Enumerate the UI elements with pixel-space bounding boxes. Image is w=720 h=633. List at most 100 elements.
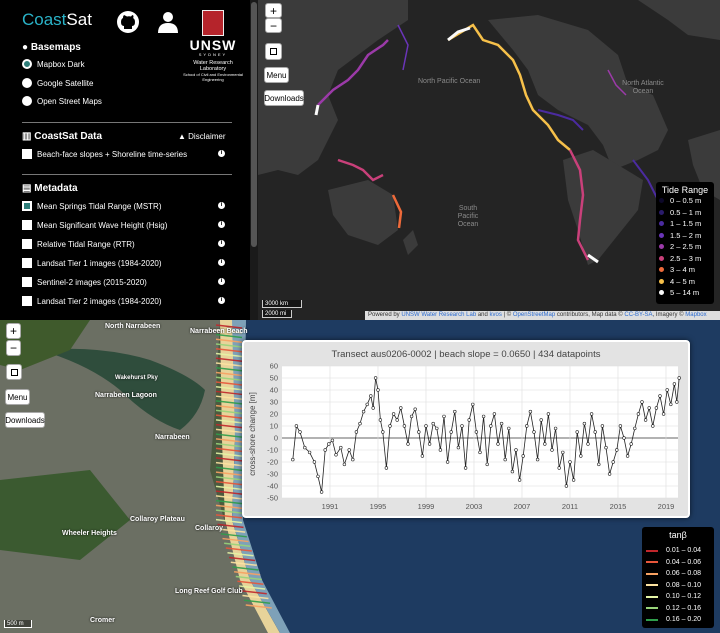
link-mapbox[interactable]: Mapbox	[685, 312, 706, 318]
y-tick-label: 30	[270, 398, 278, 407]
y-tick-label: -20	[267, 458, 278, 467]
place-label: Wheeler Heights	[62, 530, 117, 537]
data-point	[456, 445, 461, 450]
basemap-option-google-satellite[interactable]: Google Satellite	[22, 78, 93, 88]
ocean-label-south-pacific: South Pacific Ocean	[457, 205, 479, 228]
data-point	[622, 436, 626, 440]
info-icon[interactable]: i	[218, 240, 225, 247]
legend-item: 2 – 2.5 m	[656, 241, 714, 253]
data-point	[546, 412, 551, 416]
checkbox[interactable]	[22, 277, 32, 287]
place-label: Long Reef Golf Club	[175, 588, 243, 595]
link-ccbysa[interactable]: CC-BY-SA	[624, 312, 652, 318]
menu-button[interactable]: Menu	[264, 67, 289, 83]
info-icon[interactable]: i	[218, 297, 225, 304]
zoom-in-button[interactable]: +	[265, 3, 282, 18]
data-point	[420, 454, 425, 458]
fullscreen-button[interactable]	[265, 43, 282, 60]
unsw-crest-icon	[202, 10, 224, 36]
link-osm[interactable]: OpenStreetMap	[513, 312, 555, 318]
y-tick-label: -50	[267, 494, 278, 503]
book-icon: ▤	[22, 183, 32, 194]
menu-button-2[interactable]: Menu	[5, 389, 30, 405]
legend-swatch	[646, 618, 658, 621]
basemap-option-osm[interactable]: Open Street Maps	[22, 96, 102, 106]
legend-label: 0.12 – 0.16	[666, 604, 702, 612]
data-point	[525, 424, 529, 428]
world-map[interactable]: North Pacific Ocean North Atlantic Ocean…	[258, 0, 720, 320]
sidebar-scrollbar[interactable]	[250, 0, 258, 320]
info-icon[interactable]: i	[218, 202, 225, 209]
legend-item: 0.5 – 1 m	[656, 207, 714, 219]
legend-item: 1.5 – 2 m	[656, 230, 714, 242]
radio[interactable]	[22, 96, 32, 106]
link-kvos[interactable]: kvos	[490, 312, 502, 318]
legend-item: 5 – 14 m	[656, 287, 714, 299]
place-label: Narrabeen	[155, 434, 190, 441]
metadata-rtr[interactable]: Relative Tidal Range (RTR)	[22, 239, 135, 249]
data-point	[543, 442, 547, 446]
checkbox[interactable]	[22, 296, 32, 306]
ocean-label-north-atlantic: North Atlantic Ocean	[622, 80, 664, 95]
checkbox[interactable]	[22, 239, 32, 249]
checkbox[interactable]	[22, 258, 32, 268]
metadata-landsat-t2[interactable]: Landsat Tier 2 images (1984-2020)	[22, 296, 162, 306]
data-point	[474, 430, 479, 434]
square-icon	[270, 48, 277, 55]
data-point	[625, 454, 630, 458]
info-icon[interactable]: i	[218, 278, 225, 285]
zoom-in-button-2[interactable]: +	[6, 323, 21, 339]
basemap-option-mapbox-dark[interactable]: Mapbox Dark	[22, 59, 85, 69]
data-point	[514, 448, 518, 452]
tide-range-legend: Tide Range 0 – 0.5 m 0.5 – 1 m 1 – 1.5 m 1.…	[656, 182, 714, 304]
data-point	[478, 450, 482, 455]
data-point	[327, 442, 331, 446]
info-icon[interactable]: i	[218, 150, 225, 157]
coastsat-layer-slopes[interactable]: Beach-face slopes + Shoreline time-serie…	[22, 149, 187, 159]
disclaimer-link[interactable]: ▲ Disclaimer	[178, 132, 226, 141]
legend-label: 1.5 – 2 m	[670, 230, 702, 240]
y-tick-label: 60	[270, 362, 278, 371]
data-point	[597, 462, 601, 467]
scrollbar-thumb[interactable]	[251, 2, 257, 247]
data-point	[307, 450, 312, 455]
legend-item: 0.06 – 0.08	[642, 568, 714, 580]
downloads-button[interactable]: Downloads	[264, 90, 304, 106]
data-point	[399, 406, 403, 410]
data-point	[339, 445, 343, 450]
info-icon[interactable]: i	[218, 221, 225, 228]
legend-label: 0.08 – 0.10	[666, 581, 702, 589]
data-point	[586, 442, 590, 446]
data-point	[615, 448, 619, 452]
data-point	[510, 469, 515, 474]
radio[interactable]	[22, 78, 32, 88]
user-icon[interactable]	[156, 10, 180, 34]
checkbox[interactable]	[22, 149, 32, 159]
data-point	[582, 421, 587, 426]
data-point	[553, 426, 558, 431]
metadata-sentinel2[interactable]: Sentinel-2 images (2015-2020)	[22, 277, 147, 287]
fullscreen-button-2[interactable]	[6, 364, 22, 380]
metadata-mstr[interactable]: Mean Springs Tidal Range (MSTR)	[22, 201, 162, 211]
github-icon[interactable]	[116, 10, 140, 34]
place-label: Wakehurst Pky	[115, 375, 158, 381]
scale-mi: 2000 mi	[262, 310, 292, 318]
data-point	[298, 430, 302, 434]
zoom-out-button-2[interactable]: −	[6, 340, 21, 356]
downloads-button-2[interactable]: Downloads	[5, 412, 45, 428]
checkbox[interactable]	[22, 220, 32, 230]
legend-title: Tide Range	[661, 185, 709, 195]
data-point	[319, 490, 324, 494]
info-icon[interactable]: i	[218, 259, 225, 266]
data-point	[561, 450, 565, 455]
zoom-out-button[interactable]: −	[265, 18, 282, 33]
legend-swatch	[646, 595, 658, 598]
y-tick-label: 40	[270, 386, 278, 395]
metadata-landsat-t1[interactable]: Landsat Tier 1 images (1984-2020)	[22, 258, 162, 268]
checkbox-checked[interactable]	[22, 201, 32, 211]
radio-selected[interactable]	[22, 59, 32, 69]
metadata-hsig[interactable]: Mean Significant Wave Height (Hsig)	[22, 220, 167, 230]
legend-label: 2.5 – 3 m	[670, 253, 702, 263]
link-wrl[interactable]: UNSW Water Research Lab	[401, 312, 476, 318]
data-point	[593, 430, 597, 434]
